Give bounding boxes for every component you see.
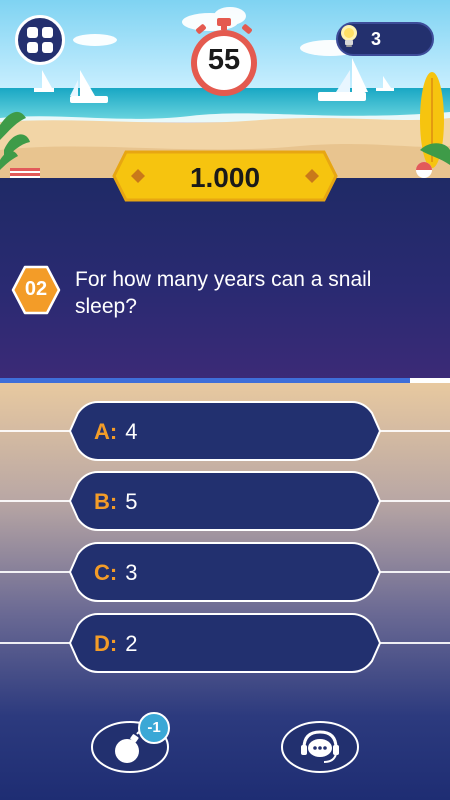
answer-label: C: 3 (94, 560, 137, 586)
prize-value: 1.000 (189, 162, 261, 193)
answer-option-d[interactable]: D: 2 (0, 613, 450, 673)
answer-connector-line (380, 642, 450, 644)
bomb-uses-badge: -1 (138, 712, 170, 744)
answer-letter: D: (94, 631, 118, 656)
question-number-badge: 02 (10, 264, 62, 316)
audience-lifeline-shape (281, 721, 359, 773)
answers-area: A: 4 B: 5 C: 3 D: 2 (0, 383, 450, 800)
answer-text: 5 (125, 489, 138, 514)
answer-option-a[interactable]: A: 4 (0, 401, 450, 461)
answer-letter: B: (94, 489, 118, 514)
answer-letter: A: (94, 419, 118, 444)
answer-connector-line (0, 642, 70, 644)
countdown-timer: 55 (188, 18, 260, 98)
answer-connector-line (0, 571, 70, 573)
menu-grid-icon (27, 27, 53, 53)
answer-option-b[interactable]: B: 5 (0, 471, 450, 531)
menu-button[interactable] (15, 15, 65, 65)
question-panel: 02 For how many years can a snail sleep? (0, 178, 450, 382)
hints-count: 3 (370, 28, 381, 49)
answer-connector-line (380, 571, 450, 573)
question-number: 02 (24, 278, 48, 300)
question-text: For how many years can a snail sleep? (75, 268, 372, 318)
answer-letter: C: (94, 560, 118, 585)
answer-label: D: 2 (94, 631, 137, 657)
answer-connector-line (380, 430, 450, 432)
answer-label: B: 5 (94, 489, 137, 515)
answer-text: 4 (125, 419, 138, 444)
answer-connector-line (0, 500, 70, 502)
timer-value: 55 (207, 44, 241, 76)
answer-option-c[interactable]: C: 3 (0, 542, 450, 602)
answer-label: A: 4 (94, 419, 137, 445)
answer-text: 3 (125, 560, 138, 585)
answer-connector-line (380, 500, 450, 502)
audience-lifeline-button[interactable] (280, 720, 360, 774)
answer-text: 2 (125, 631, 138, 656)
hints-counter[interactable]: 3 (336, 22, 434, 56)
prize-badge: 1.000 (112, 150, 338, 202)
answer-connector-line (0, 430, 70, 432)
lightbulb-icon (341, 25, 357, 47)
